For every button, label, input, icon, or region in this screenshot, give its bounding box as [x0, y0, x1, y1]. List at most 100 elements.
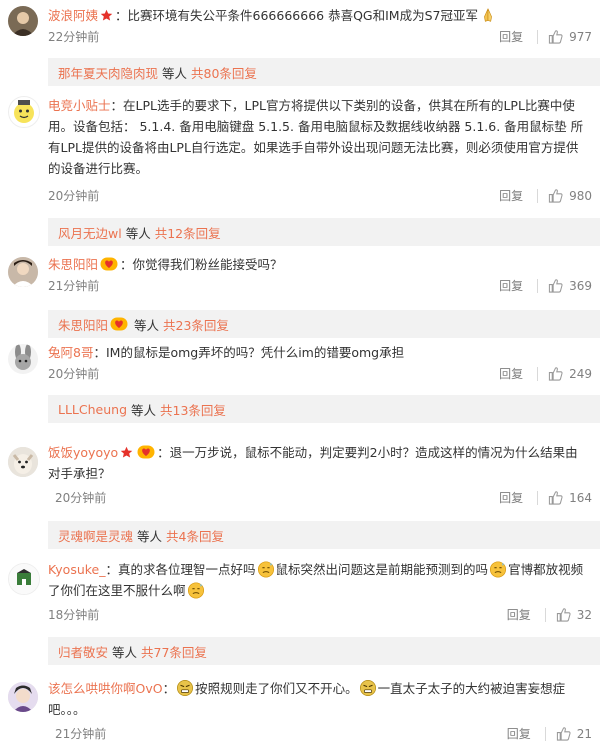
like-button[interactable]: 977	[548, 29, 592, 44]
comment-actions: 回复 249	[499, 365, 592, 382]
reply-count[interactable]: 共13条回复	[160, 400, 226, 419]
username[interactable]: Kyosuke_	[48, 562, 106, 577]
angry-emoji	[359, 679, 377, 697]
reply-user[interactable]: 归者敬安	[58, 642, 108, 661]
replies-summary[interactable]: 灵魂啊是灵魂 等人 共4条回复	[48, 521, 600, 549]
reply-mid: 等人	[137, 528, 163, 544]
comment-actions: 回复 369	[499, 277, 592, 294]
like-count: 164	[569, 490, 592, 505]
like-button[interactable]: 21	[556, 726, 592, 741]
comment-body: 电竞小贴士：在LPL选手的要求下，LPL官方将提供以下类别的设备，供其在所有的L…	[48, 95, 590, 179]
reply-button[interactable]: 回复	[499, 365, 523, 382]
replies-summary[interactable]: LLLCheung 等人 共13条回复	[48, 395, 600, 423]
replies-summary[interactable]: 归者敬安 等人 共77条回复	[48, 637, 600, 665]
like-count: 32	[576, 607, 592, 622]
divider	[544, 726, 546, 741]
replies-summary[interactable]: 那年夏天肉隐肉现 等人 共80条回复	[48, 58, 600, 86]
reply-user[interactable]: 风月无边wl	[58, 223, 122, 242]
comment-time: 20分钟前	[48, 367, 100, 381]
avatar[interactable]	[8, 344, 38, 374]
sweat-emoji	[257, 560, 275, 578]
reply-user[interactable]: 那年夏天肉隐肉现	[58, 63, 158, 82]
like-count: 249	[569, 366, 592, 381]
sweat-emoji	[489, 560, 507, 578]
comment-text-1: 按照规则走了你们又不开心。	[195, 681, 358, 696]
comment-body: 波浪阿姨 ：比赛环境有失公平条件666666666 恭喜QG和IM成为S7冠亚军	[48, 5, 590, 26]
colon: ：	[115, 8, 128, 23]
username[interactable]: 饭饭yoyoyo	[48, 445, 118, 460]
heart-badge-icon	[137, 445, 155, 459]
reply-count[interactable]: 共23条回复	[163, 315, 229, 334]
username[interactable]: 电竞小贴士	[48, 98, 111, 113]
reply-user[interactable]: 灵魂啊是灵魂	[58, 526, 133, 545]
colon: ：	[120, 257, 133, 272]
divider	[537, 490, 539, 505]
comment-time: 20分钟前	[55, 491, 107, 505]
avatar[interactable]	[8, 563, 40, 595]
reply-count[interactable]: 共12条回复	[155, 223, 221, 242]
avatar[interactable]	[8, 447, 38, 477]
comment-text: 在LPL选手的要求下，LPL官方将提供以下类别的设备，供其在所有的LPL比赛中使…	[48, 98, 584, 176]
like-button[interactable]: 980	[548, 188, 592, 203]
reply-user[interactable]: LLLCheung	[58, 402, 127, 417]
red-star-icon	[120, 446, 133, 459]
thumbs-up-icon	[556, 726, 571, 741]
comment-actions: 回复 164	[499, 489, 592, 506]
comment-time: 21分钟前	[48, 279, 100, 293]
like-button[interactable]: 249	[548, 366, 592, 381]
username[interactable]: 波浪阿姨	[48, 8, 98, 23]
like-count: 21	[576, 726, 592, 741]
reply-button[interactable]: 回复	[507, 606, 531, 623]
like-count: 369	[569, 278, 592, 293]
comment-feed: 波浪阿姨 ：比赛环境有失公平条件666666666 恭喜QG和IM成为S7冠亚军 …	[0, 0, 600, 750]
reply-count[interactable]: 共77条回复	[141, 642, 207, 661]
reply-count[interactable]: 共80条回复	[191, 63, 257, 82]
reply-button[interactable]: 回复	[499, 28, 523, 45]
like-count: 977	[569, 29, 592, 44]
avatar[interactable]	[8, 257, 38, 287]
username[interactable]: 朱思阳阳	[48, 257, 98, 272]
angry-emoji	[176, 679, 194, 697]
divider	[544, 607, 546, 622]
reply-mid: 等人	[112, 644, 138, 660]
replies-summary[interactable]: 朱思阳阳 等人 共23条回复	[48, 310, 600, 338]
reply-user[interactable]: 朱思阳阳	[58, 315, 108, 334]
username[interactable]: 该怎么哄哄你啊OvO	[48, 681, 163, 696]
reply-button[interactable]: 回复	[499, 277, 523, 294]
reply-button[interactable]: 回复	[499, 489, 523, 506]
username[interactable]: 兔阿8哥	[48, 345, 93, 360]
reply-count[interactable]: 共4条回复	[166, 526, 224, 545]
like-button[interactable]: 164	[548, 490, 592, 505]
comment-text: IM的鼠标是omg弄坏的吗？凭什么im的错要omg承担	[105, 345, 405, 360]
comment-text: 比赛环境有失公平条件666666666 恭喜QG和IM成为S7冠亚军	[127, 8, 478, 23]
like-count: 980	[569, 188, 592, 203]
reply-button[interactable]: 回复	[507, 725, 531, 742]
avatar[interactable]	[8, 682, 38, 712]
comment-time: 20分钟前	[48, 189, 100, 203]
red-star-icon	[100, 9, 113, 22]
like-button[interactable]: 32	[556, 607, 592, 622]
replies-summary[interactable]: 风月无边wl 等人 共12条回复	[48, 218, 600, 246]
colon: ：	[105, 562, 119, 577]
thumbs-up-icon	[548, 490, 563, 505]
comment-body: 兔阿8哥：IM的鼠标是omg弄坏的吗？凭什么im的错要omg承担	[48, 342, 590, 363]
avatar[interactable]	[8, 96, 40, 128]
comment-actions: 回复 32	[507, 606, 592, 623]
heart-badge-icon	[100, 257, 118, 271]
comment-actions: 回复 980	[499, 187, 592, 204]
colon: ：	[162, 681, 176, 696]
thumbs-up-icon	[548, 366, 563, 381]
comment-time: 22分钟前	[48, 30, 100, 44]
reply-mid: 等人	[125, 225, 151, 241]
divider	[537, 188, 539, 203]
like-button[interactable]: 369	[548, 278, 592, 293]
divider	[537, 278, 539, 293]
reply-button[interactable]: 回复	[499, 187, 523, 204]
comment-body: 朱思阳阳 ：你觉得我们粉丝能接受吗？	[48, 254, 590, 275]
comment-body: 该怎么哄哄你啊OvO： 按照规则走了你们又不开心。 一直太子太子的大约被迫害妄想症吧…	[48, 678, 590, 720]
comment-text-2: 鼠标突然出问题这是前期能预测到的吗	[275, 562, 489, 577]
colon: ：	[110, 98, 124, 113]
reply-mid: 等人	[131, 402, 157, 418]
avatar[interactable]	[8, 6, 38, 36]
thumbs-up-icon	[548, 188, 563, 203]
